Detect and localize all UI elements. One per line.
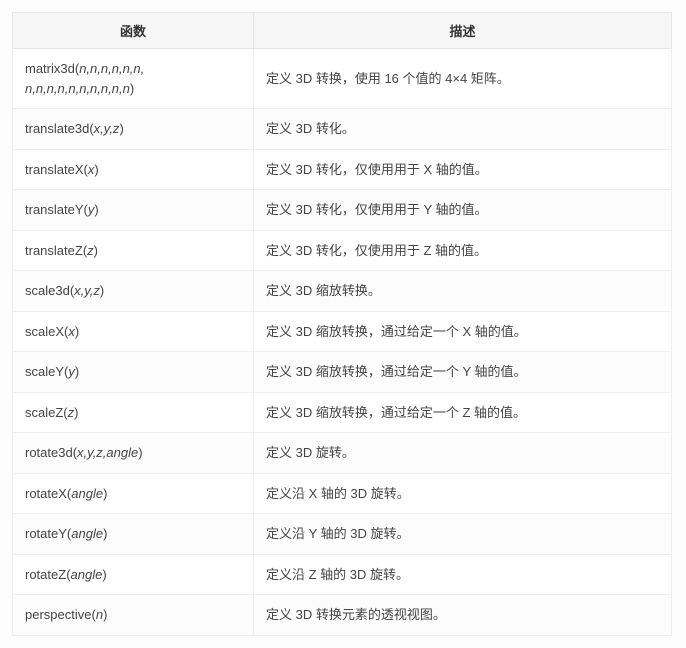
function-name: scaleZ: [25, 405, 63, 420]
function-cell: rotateY(angle): [13, 514, 254, 555]
description-cell: 定义 3D 缩放转换，通过给定一个 Y 轴的值。: [254, 352, 672, 393]
table-row: perspective(n)定义 3D 转换元素的透视视图。: [13, 595, 672, 636]
description-cell: 定义沿 Z 轴的 3D 旋转。: [254, 554, 672, 595]
function-params: x: [88, 162, 95, 177]
table-header-row: 函数 描述: [13, 13, 672, 49]
description-cell: 定义 3D 缩放转换，通过给定一个 X 轴的值。: [254, 311, 672, 352]
function-cell: rotateZ(angle): [13, 554, 254, 595]
function-params: y: [88, 202, 95, 217]
css3-3d-transform-table: 函数 描述 matrix3d(n,n,n,n,n,n, n,n,n,n,n,n,…: [12, 12, 672, 636]
function-params: angle: [71, 526, 103, 541]
description-cell: 定义 3D 缩放转换，通过给定一个 Z 轴的值。: [254, 392, 672, 433]
header-function: 函数: [13, 13, 254, 49]
table-row: translateZ(z)定义 3D 转化，仅使用用于 Z 轴的值。: [13, 230, 672, 271]
function-params: z: [87, 243, 94, 258]
function-params: n: [96, 607, 103, 622]
function-name: scaleY: [25, 364, 64, 379]
description-cell: 定义 3D 旋转。: [254, 433, 672, 474]
description-cell: 定义 3D 转化，仅使用用于 Z 轴的值。: [254, 230, 672, 271]
function-cell: scale3d(x,y,z): [13, 271, 254, 312]
function-params: x: [68, 324, 75, 339]
function-name: rotate3d: [25, 445, 73, 460]
description-cell: 定义沿 X 轴的 3D 旋转。: [254, 473, 672, 514]
header-description: 描述: [254, 13, 672, 49]
table-row: rotateX(angle)定义沿 X 轴的 3D 旋转。: [13, 473, 672, 514]
table-row: rotateY(angle)定义沿 Y 轴的 3D 旋转。: [13, 514, 672, 555]
table-row: translate3d(x,y,z)定义 3D 转化。: [13, 109, 672, 150]
table-row: matrix3d(n,n,n,n,n,n, n,n,n,n,n,n,n,n,n,…: [13, 49, 672, 109]
function-params: y: [68, 364, 75, 379]
function-cell: translateZ(z): [13, 230, 254, 271]
function-cell: scaleX(x): [13, 311, 254, 352]
function-name: rotateX: [25, 486, 67, 501]
description-cell: 定义 3D 转化，仅使用用于 X 轴的值。: [254, 149, 672, 190]
description-cell: 定义 3D 转化。: [254, 109, 672, 150]
table-row: translateX(x)定义 3D 转化，仅使用用于 X 轴的值。: [13, 149, 672, 190]
table-row: scaleY(y)定义 3D 缩放转换，通过给定一个 Y 轴的值。: [13, 352, 672, 393]
function-params: angle: [71, 567, 103, 582]
function-cell: scaleY(y): [13, 352, 254, 393]
table-row: scale3d(x,y,z)定义 3D 缩放转换。: [13, 271, 672, 312]
description-cell: 定义 3D 转换元素的透视视图。: [254, 595, 672, 636]
function-name: rotateZ: [25, 567, 66, 582]
table-row: scaleX(x)定义 3D 缩放转换，通过给定一个 X 轴的值。: [13, 311, 672, 352]
function-name: perspective: [25, 607, 91, 622]
table-row: rotate3d(x,y,z,angle)定义 3D 旋转。: [13, 433, 672, 474]
function-params: x,y,z,angle: [77, 445, 138, 460]
function-cell: rotateX(angle): [13, 473, 254, 514]
description-cell: 定义沿 Y 轴的 3D 旋转。: [254, 514, 672, 555]
table-row: translateY(y)定义 3D 转化，仅使用用于 Y 轴的值。: [13, 190, 672, 231]
function-name: rotateY: [25, 526, 67, 541]
function-cell: translate3d(x,y,z): [13, 109, 254, 150]
function-cell: matrix3d(n,n,n,n,n,n, n,n,n,n,n,n,n,n,n,…: [13, 49, 254, 109]
function-name: translateX: [25, 162, 84, 177]
function-params: angle: [71, 486, 103, 501]
function-cell: translateX(x): [13, 149, 254, 190]
description-cell: 定义 3D 缩放转换。: [254, 271, 672, 312]
description-cell: 定义 3D 转化，仅使用用于 Y 轴的值。: [254, 190, 672, 231]
function-cell: translateY(y): [13, 190, 254, 231]
function-name: translate3d: [25, 121, 89, 136]
function-name: translateY: [25, 202, 84, 217]
function-params: x,y,z: [74, 283, 100, 298]
function-params: z: [68, 405, 75, 420]
function-params: x,y,z: [94, 121, 120, 136]
function-cell: perspective(n): [13, 595, 254, 636]
function-name: scaleX: [25, 324, 64, 339]
table-row: scaleZ(z)定义 3D 缩放转换，通过给定一个 Z 轴的值。: [13, 392, 672, 433]
table-row: rotateZ(angle)定义沿 Z 轴的 3D 旋转。: [13, 554, 672, 595]
function-name: scale3d: [25, 283, 70, 298]
function-cell: scaleZ(z): [13, 392, 254, 433]
description-cell: 定义 3D 转换，使用 16 个值的 4×4 矩阵。: [254, 49, 672, 109]
function-name: matrix3d: [25, 61, 75, 76]
function-cell: rotate3d(x,y,z,angle): [13, 433, 254, 474]
function-name: translateZ: [25, 243, 83, 258]
